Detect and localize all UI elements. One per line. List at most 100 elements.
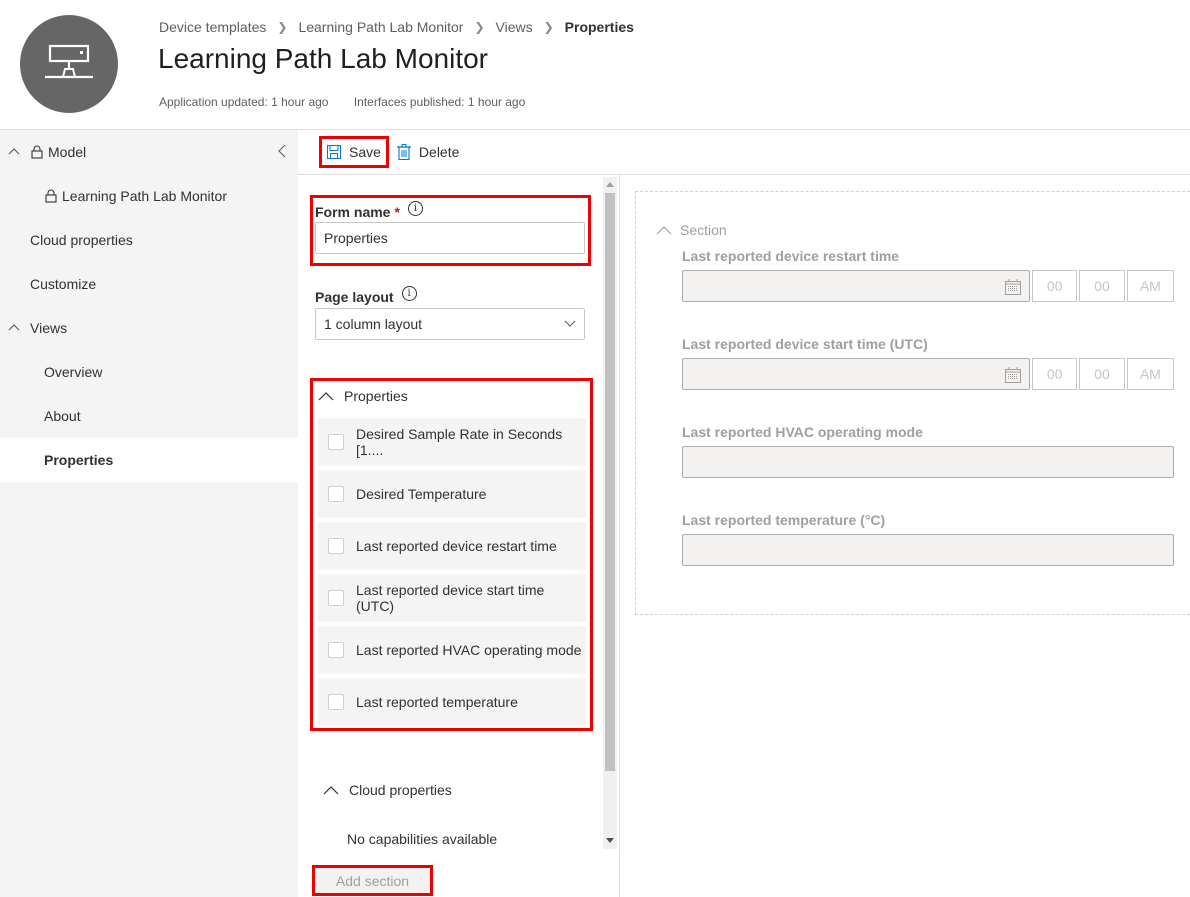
property-checkbox[interactable] bbox=[328, 694, 344, 710]
properties-group-title: Properties bbox=[344, 388, 408, 404]
property-label: Last reported device start time (UTC) bbox=[356, 582, 545, 614]
sidebar-item-label: Model bbox=[48, 144, 87, 160]
collapse-sidebar-icon[interactable] bbox=[276, 144, 288, 158]
lock-icon bbox=[31, 145, 43, 159]
date-input[interactable] bbox=[682, 358, 1030, 390]
minute-input[interactable]: 00 bbox=[1079, 358, 1125, 390]
properties-group: Properties Desired Sample Rate in Second… bbox=[310, 378, 593, 731]
sidebar-item-label: Properties bbox=[44, 452, 114, 468]
sidebar-item-properties[interactable]: Properties bbox=[0, 438, 298, 482]
scroll-up-arrow-icon[interactable] bbox=[606, 181, 614, 187]
section-title: Section bbox=[680, 222, 727, 238]
delete-button[interactable]: Delete bbox=[389, 136, 467, 168]
sidebar-item-label: Cloud properties bbox=[30, 232, 133, 248]
sidebar-item-template-model[interactable]: Learning Path Lab Monitor bbox=[0, 174, 298, 218]
sidebar-item-about[interactable]: About bbox=[0, 394, 298, 438]
preview-field-temperature: Last reported temperature (°C) bbox=[682, 512, 1174, 566]
calendar-icon bbox=[1005, 367, 1021, 383]
sidebar-item-model[interactable]: Model bbox=[0, 130, 298, 174]
preview-field-start-time: Last reported device start time (UTC) 00… bbox=[682, 336, 1174, 390]
sidebar-item-views[interactable]: Views bbox=[0, 306, 298, 350]
preview-section: Section Last reported device restart tim… bbox=[635, 191, 1190, 615]
property-list-item[interactable]: Last reported temperature bbox=[318, 678, 586, 726]
page-title: Learning Path Lab Monitor bbox=[158, 43, 488, 74]
calendar-icon bbox=[1005, 279, 1021, 295]
scrollbar-thumb[interactable] bbox=[605, 193, 615, 771]
hour-input[interactable]: 00 bbox=[1032, 270, 1078, 302]
property-list-item[interactable]: Last reported device start time (UTC) bbox=[318, 574, 586, 622]
form-preview: Section Last reported device restart tim… bbox=[620, 175, 1190, 897]
form-name-group: Form name * i Properties bbox=[310, 195, 591, 266]
trash-icon bbox=[396, 144, 411, 160]
sidebar-item-cloud-properties[interactable]: Cloud properties bbox=[0, 218, 298, 262]
cloud-properties-group-header[interactable]: Cloud properties bbox=[323, 776, 452, 804]
page-meta: Application updated: 1 hour ago Interfac… bbox=[159, 95, 525, 109]
chevron-right-icon: ❯ bbox=[277, 20, 288, 34]
sidebar-item-label: Views bbox=[30, 320, 68, 336]
delete-label: Delete bbox=[418, 144, 460, 160]
chevron-up-icon bbox=[318, 392, 334, 401]
form-name-input[interactable]: Properties bbox=[315, 222, 585, 254]
chevron-right-icon: ❯ bbox=[474, 20, 485, 34]
save-icon bbox=[327, 145, 341, 159]
field-label: Last reported device restart time bbox=[682, 248, 900, 264]
breadcrumb-template[interactable]: Learning Path Lab Monitor bbox=[298, 19, 463, 35]
chevron-down-icon bbox=[564, 320, 576, 327]
required-indicator: * bbox=[394, 204, 400, 220]
page-layout-group: Page layout i 1 column layout bbox=[315, 285, 585, 340]
preview-field-restart-time: Last reported device restart time 00 00 … bbox=[682, 248, 1174, 302]
no-capabilities-text: No capabilities available bbox=[347, 831, 498, 847]
text-input[interactable] bbox=[682, 534, 1174, 566]
field-label: Last reported temperature (°C) bbox=[682, 512, 886, 528]
sidebar-item-customize[interactable]: Customize bbox=[0, 262, 298, 306]
breadcrumb-views[interactable]: Views bbox=[496, 19, 533, 35]
form-editor-panel: Form name * i Properties Page layout i 1… bbox=[298, 175, 620, 897]
field-label: Last reported HVAC operating mode bbox=[682, 424, 923, 440]
property-list-item[interactable]: Last reported device restart time bbox=[318, 522, 586, 570]
property-checkbox[interactable] bbox=[328, 486, 344, 502]
property-list: Desired Sample Rate in Seconds [1.... Des… bbox=[318, 418, 593, 726]
minute-input[interactable]: 00 bbox=[1079, 270, 1125, 302]
add-section-button[interactable]: Add section bbox=[312, 865, 433, 896]
info-icon[interactable]: i bbox=[407, 200, 423, 216]
text-input[interactable] bbox=[682, 446, 1174, 478]
property-label: Last reported HVAC operating mode bbox=[356, 642, 582, 658]
page-layout-label: Page layout i bbox=[315, 285, 585, 305]
sidebar-item-label: Learning Path Lab Monitor bbox=[62, 188, 227, 204]
scroll-down-arrow-icon[interactable] bbox=[606, 838, 614, 844]
property-list-item[interactable]: Last reported HVAC operating mode bbox=[318, 626, 586, 674]
field-label: Last reported device start time (UTC) bbox=[682, 336, 928, 352]
page-layout-label-text: Page layout bbox=[315, 289, 394, 305]
property-checkbox[interactable] bbox=[328, 590, 344, 606]
breadcrumb-device-templates[interactable]: Device templates bbox=[159, 19, 266, 35]
device-template-avatar bbox=[20, 15, 118, 113]
section-header[interactable]: Section bbox=[656, 222, 727, 238]
chevron-up-icon bbox=[323, 786, 339, 795]
sidebar-item-overview[interactable]: Overview bbox=[0, 350, 298, 394]
property-checkbox[interactable] bbox=[328, 538, 344, 554]
application-updated: Application updated: 1 hour ago bbox=[159, 95, 329, 109]
lock-icon bbox=[45, 189, 57, 203]
chevron-up-icon[interactable] bbox=[8, 322, 20, 334]
hour-input[interactable]: 00 bbox=[1032, 358, 1078, 390]
save-button[interactable]: Save bbox=[319, 136, 389, 168]
form-name-label: Form name * i bbox=[315, 200, 591, 220]
command-bar: Save Delete bbox=[298, 130, 1190, 175]
editor-scrollbar[interactable] bbox=[603, 177, 617, 849]
property-checkbox[interactable] bbox=[328, 642, 344, 658]
property-list-item[interactable]: Desired Sample Rate in Seconds [1.... bbox=[318, 418, 586, 466]
property-list-item[interactable]: Desired Temperature bbox=[318, 470, 586, 518]
interfaces-published: Interfaces published: 1 hour ago bbox=[353, 95, 526, 109]
preview-field-hvac-mode: Last reported HVAC operating mode bbox=[682, 424, 1174, 478]
chevron-up-icon[interactable] bbox=[8, 146, 20, 158]
ampm-select[interactable]: AM bbox=[1126, 358, 1174, 390]
property-checkbox[interactable] bbox=[328, 434, 344, 450]
ampm-select[interactable]: AM bbox=[1126, 270, 1174, 302]
page-layout-dropdown[interactable]: 1 column layout bbox=[315, 308, 585, 340]
page-layout-value: 1 column layout bbox=[324, 316, 423, 332]
properties-group-header[interactable]: Properties bbox=[318, 382, 593, 410]
date-input[interactable] bbox=[682, 270, 1030, 302]
info-icon[interactable]: i bbox=[401, 285, 417, 301]
property-label: Last reported temperature bbox=[356, 694, 518, 710]
property-label: Desired Temperature bbox=[356, 486, 487, 502]
